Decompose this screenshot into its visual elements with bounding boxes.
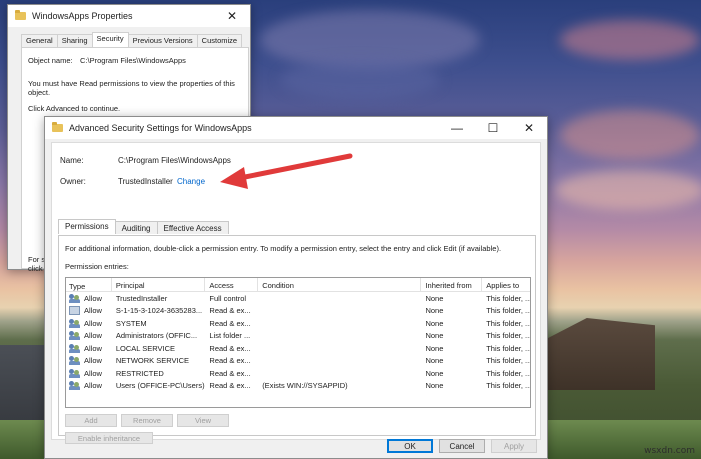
arrow-shaft (237, 153, 353, 181)
arrow-head (220, 167, 248, 189)
tab-permissions[interactable]: Permissions (58, 219, 116, 234)
watermark-text: wsxdn.com (644, 446, 695, 456)
tab-security[interactable]: Security (91, 32, 129, 47)
